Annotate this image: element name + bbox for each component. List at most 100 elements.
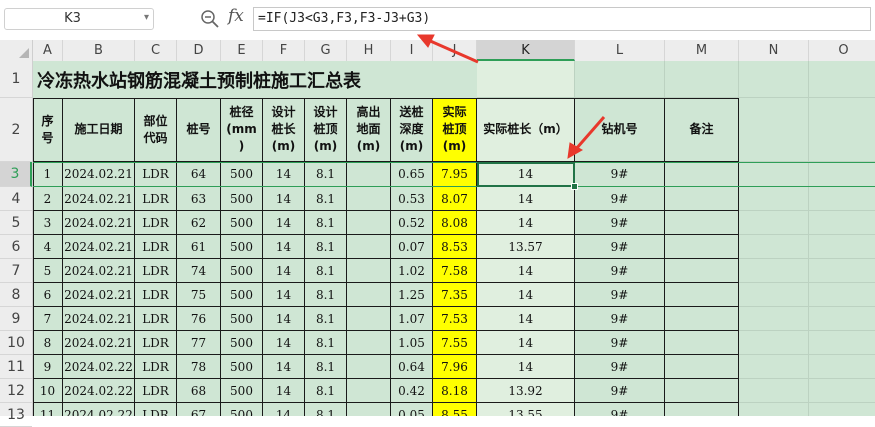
- row-header-4[interactable]: 4: [0, 187, 32, 211]
- column-header-m[interactable]: M: [665, 40, 739, 61]
- cell-o1[interactable]: [809, 61, 875, 98]
- table-cell[interactable]: 1.25: [391, 283, 433, 307]
- table-cell[interactable]: 64: [177, 162, 221, 187]
- table-cell[interactable]: 2024.02.21: [63, 235, 135, 259]
- table-cell[interactable]: 77: [177, 331, 221, 355]
- table-cell[interactable]: [665, 403, 739, 416]
- table-cell[interactable]: [347, 187, 391, 211]
- name-box[interactable]: K3 ▾: [4, 8, 154, 30]
- column-label-a[interactable]: 序 号: [33, 98, 63, 162]
- table-cell[interactable]: [665, 307, 739, 331]
- table-cell[interactable]: 14: [263, 235, 305, 259]
- table-cell[interactable]: 68: [177, 379, 221, 403]
- table-cell[interactable]: 75: [177, 283, 221, 307]
- table-cell[interactable]: 8.07: [433, 187, 477, 211]
- cell-o7[interactable]: [809, 259, 875, 283]
- row-header-1[interactable]: 1: [0, 61, 32, 98]
- table-cell[interactable]: 2024.02.21: [63, 259, 135, 283]
- table-cell[interactable]: 8.08: [433, 211, 477, 235]
- row-header-8[interactable]: 8: [0, 283, 32, 307]
- sheet-title[interactable]: 冷冻热水站钢筋混凝土预制桩施工汇总表: [33, 61, 477, 98]
- cell-n5[interactable]: [739, 211, 809, 235]
- table-cell[interactable]: 500: [221, 355, 263, 379]
- column-label-b[interactable]: 施工日期: [63, 98, 135, 162]
- cell-n2[interactable]: [739, 98, 809, 162]
- table-cell[interactable]: LDR: [135, 283, 177, 307]
- chevron-down-icon[interactable]: ▾: [144, 12, 149, 23]
- table-cell[interactable]: 7.35: [433, 283, 477, 307]
- table-cell[interactable]: 7.58: [433, 259, 477, 283]
- column-label-f[interactable]: 设计 桩长 (m): [263, 98, 305, 162]
- table-cell[interactable]: [347, 283, 391, 307]
- table-cell[interactable]: 61: [177, 235, 221, 259]
- table-cell[interactable]: [347, 379, 391, 403]
- cell-n9[interactable]: [739, 307, 809, 331]
- table-cell[interactable]: 500: [221, 331, 263, 355]
- table-cell[interactable]: 8.1: [305, 162, 347, 187]
- cell-n11[interactable]: [739, 355, 809, 379]
- cell-k1[interactable]: [477, 61, 575, 98]
- cell-m1[interactable]: [665, 61, 739, 98]
- row-header-13[interactable]: 13: [0, 403, 32, 427]
- table-cell[interactable]: 8.1: [305, 235, 347, 259]
- column-label-l[interactable]: 钻机号: [575, 98, 665, 162]
- table-cell[interactable]: 14: [263, 259, 305, 283]
- cell-n10[interactable]: [739, 331, 809, 355]
- table-cell[interactable]: [665, 283, 739, 307]
- table-cell[interactable]: 14: [263, 211, 305, 235]
- table-cell[interactable]: [347, 235, 391, 259]
- table-cell[interactable]: [347, 331, 391, 355]
- table-cell[interactable]: 7.55: [433, 331, 477, 355]
- row-header-12[interactable]: 12: [0, 379, 32, 403]
- table-cell[interactable]: [665, 331, 739, 355]
- cell-o12[interactable]: [809, 379, 875, 403]
- table-cell[interactable]: 6: [33, 283, 63, 307]
- cell-o11[interactable]: [809, 355, 875, 379]
- row-header-11[interactable]: 11: [0, 355, 32, 379]
- table-cell[interactable]: 0.07: [391, 235, 433, 259]
- row-header-6[interactable]: 6: [0, 235, 32, 259]
- table-cell[interactable]: 2024.02.21: [63, 331, 135, 355]
- column-header-o[interactable]: O: [809, 40, 875, 61]
- table-cell[interactable]: 62: [177, 211, 221, 235]
- table-cell[interactable]: 1.07: [391, 307, 433, 331]
- column-label-g[interactable]: 设计 桩顶 (m): [305, 98, 347, 162]
- table-cell[interactable]: LDR: [135, 162, 177, 187]
- table-cell[interactable]: 74: [177, 259, 221, 283]
- table-cell[interactable]: 7.95: [433, 162, 477, 187]
- table-cell[interactable]: 8.53: [433, 235, 477, 259]
- table-cell[interactable]: LDR: [135, 403, 177, 416]
- table-cell[interactable]: 9#: [575, 379, 665, 403]
- table-cell[interactable]: 14: [263, 403, 305, 416]
- table-cell[interactable]: 8.1: [305, 355, 347, 379]
- table-cell[interactable]: [665, 187, 739, 211]
- fx-icon[interactable]: fx: [228, 6, 244, 26]
- table-cell[interactable]: [665, 355, 739, 379]
- table-cell[interactable]: 13.92: [477, 379, 575, 403]
- cell-o4[interactable]: [809, 187, 875, 211]
- column-header-k[interactable]: K: [477, 40, 575, 61]
- table-cell[interactable]: 0.64: [391, 355, 433, 379]
- table-cell[interactable]: 76: [177, 307, 221, 331]
- table-cell[interactable]: 1.05: [391, 331, 433, 355]
- table-cell[interactable]: 67: [177, 403, 221, 416]
- cell-o8[interactable]: [809, 283, 875, 307]
- table-cell[interactable]: 2024.02.22: [63, 403, 135, 416]
- table-cell[interactable]: 14: [263, 283, 305, 307]
- table-cell[interactable]: 8.1: [305, 379, 347, 403]
- row-header-9[interactable]: 9: [0, 307, 32, 331]
- row-header-10[interactable]: 10: [0, 331, 32, 355]
- table-cell[interactable]: 9#: [575, 187, 665, 211]
- table-cell[interactable]: 3: [33, 211, 63, 235]
- column-label-j[interactable]: 实际 桩顶 (m): [433, 98, 477, 162]
- cell-n7[interactable]: [739, 259, 809, 283]
- table-cell[interactable]: 500: [221, 307, 263, 331]
- table-cell[interactable]: 8.1: [305, 331, 347, 355]
- table-cell[interactable]: 14: [477, 211, 575, 235]
- table-cell[interactable]: 14: [263, 331, 305, 355]
- table-cell[interactable]: [665, 235, 739, 259]
- table-cell[interactable]: [665, 211, 739, 235]
- table-cell[interactable]: LDR: [135, 259, 177, 283]
- zoom-icon[interactable]: [200, 9, 220, 29]
- table-cell[interactable]: 0.53: [391, 187, 433, 211]
